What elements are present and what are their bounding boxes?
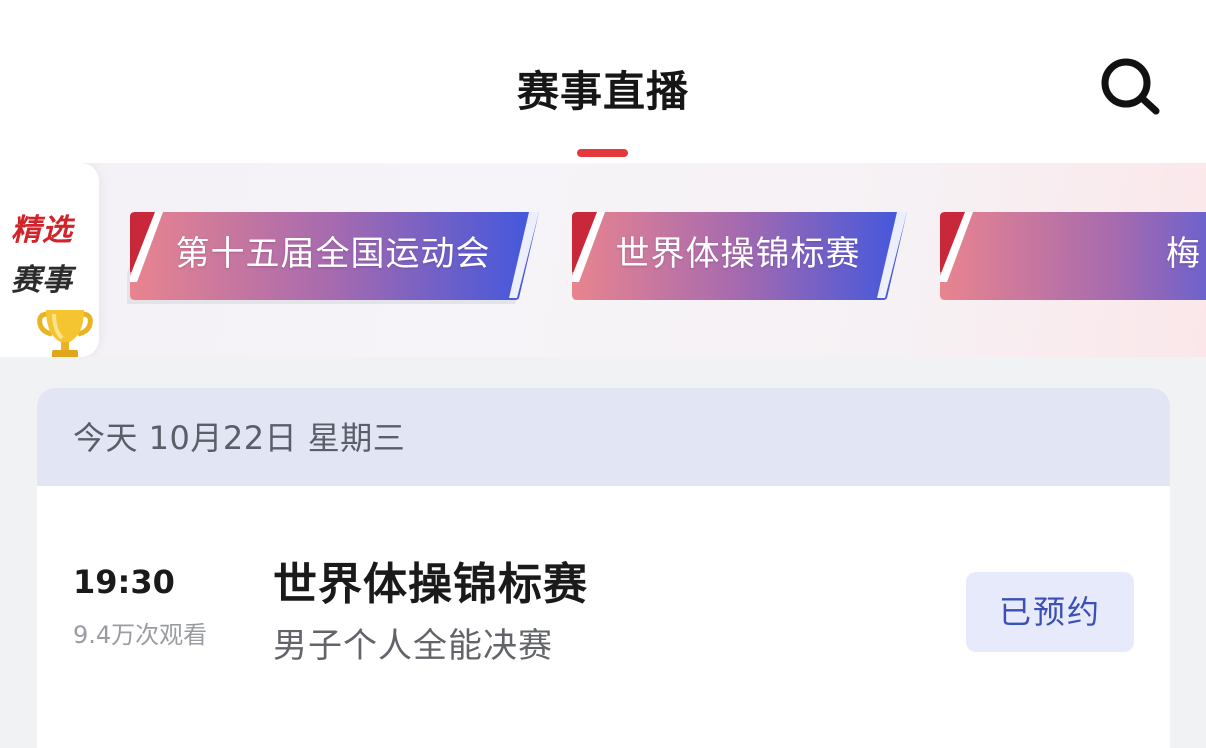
trophy-icon [37,310,93,357]
featured-event-card[interactable]: 梅 [937,210,1206,304]
match-subtitle: 男子个人全能决赛 [273,626,553,666]
page-title: 赛事直播 [516,67,689,116]
featured-event-label: 第十五届全国运动会 [175,234,491,274]
schedule-card: 今天 10月22日 星期三 19:30 9.4万次观看 世界体操锦标赛 男子个人… [37,388,1170,748]
featured-badge: 精选 赛事 [0,163,99,357]
featured-badge-line-1: 精选 [11,213,73,248]
reserved-button[interactable]: 已预约 [966,572,1134,652]
match-view-count: 9.4万次观看 [73,621,208,649]
date-label: 今天 10月22日 星期三 [73,419,406,457]
search-button[interactable] [1094,54,1166,120]
featured-event-card[interactable]: 世界体操锦标赛 [569,210,907,304]
featured-events-strip: 精选 赛事 第十五届全国运动会 世界体操锦标赛 梅 [0,163,1206,357]
featured-event-card[interactable]: 第十五届全国运动会 [127,210,539,304]
active-tab-indicator [577,149,628,157]
match-time: 19:30 [73,563,175,601]
date-header: 今天 10月22日 星期三 [37,388,1170,486]
featured-badge-line-2: 赛事 [11,263,73,298]
search-icon [1101,58,1160,115]
featured-event-label: 世界体操锦标赛 [615,234,861,274]
app-header: 赛事直播 [0,0,1206,163]
match-title: 世界体操锦标赛 [273,559,588,610]
featured-event-label: 梅 [1166,234,1201,274]
